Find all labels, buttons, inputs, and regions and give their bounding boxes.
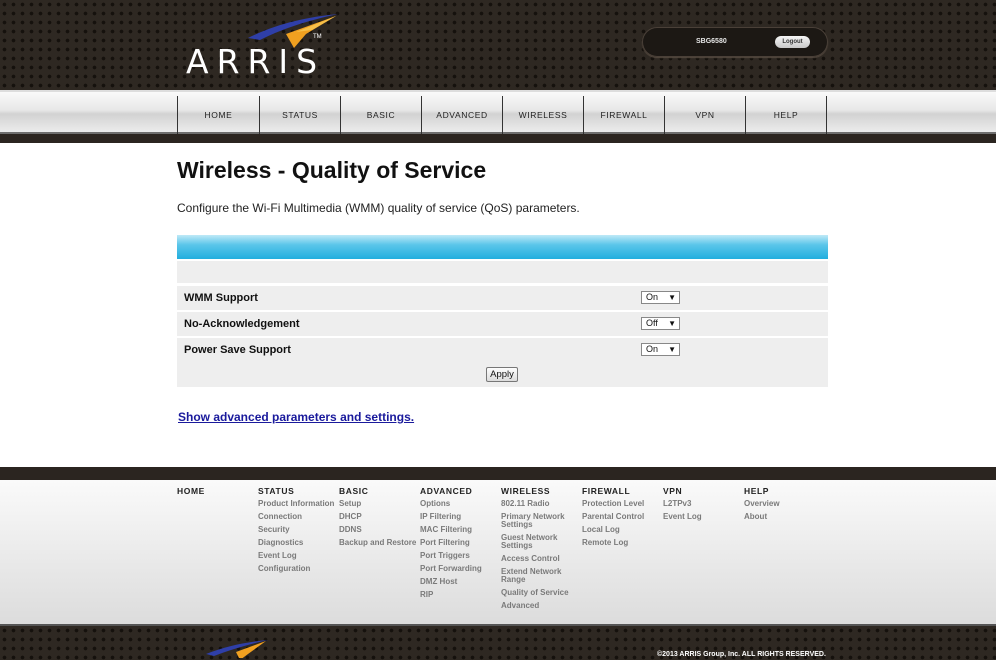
sitemap-link[interactable]: Configuration [258, 565, 338, 573]
nav-firewall[interactable]: FIREWALL [584, 96, 665, 134]
divider-band [0, 134, 996, 143]
wmm-support-select[interactable]: On ▼ [641, 291, 680, 304]
page-title: Wireless - Quality of Service [177, 157, 487, 183]
setting-label: Power Save Support [184, 344, 291, 356]
sitemap-heading-vpn[interactable]: VPN [663, 486, 743, 496]
arris-logo[interactable]: ARRIS TM [186, 12, 346, 81]
sitemap-col-status: STATUS Product Information Connection Se… [258, 486, 338, 578]
dropdown-arrow-icon: ▼ [668, 345, 676, 354]
nav-items: HOME STATUS BASIC ADVANCED WIRELESS FIRE… [177, 96, 827, 134]
footer-bar: ARRIS ©2013 ARRIS Group, Inc. ALL RIGHTS… [0, 624, 996, 660]
sitemap-link[interactable]: Security [258, 526, 338, 534]
sitemap-col-help: HELP Overview About [744, 486, 824, 526]
sitemap-link[interactable]: Parental Control [582, 513, 662, 521]
sitemap-link[interactable]: Protection Level [582, 500, 662, 508]
sitemap-link[interactable]: IP Filtering [420, 513, 500, 521]
sitemap-heading-firewall[interactable]: FIREWALL [582, 486, 662, 496]
apply-row: Apply [177, 361, 828, 387]
sitemap: HOME STATUS Product Information Connecti… [0, 480, 996, 624]
setting-label: WMM Support [184, 292, 258, 304]
sitemap-link[interactable]: DHCP [339, 513, 419, 521]
model-name: SBG6580 [696, 38, 727, 45]
session-panel: SBG6580 Logout [642, 27, 828, 57]
sitemap-col-vpn: VPN L2TPv3 Event Log [663, 486, 743, 526]
sitemap-link[interactable]: Setup [339, 500, 419, 508]
sitemap-heading-wireless[interactable]: WIRELESS [501, 486, 581, 496]
sitemap-link[interactable]: Port Triggers [420, 552, 500, 560]
sitemap-link[interactable]: About [744, 513, 824, 521]
brand-wordmark: ARRIS [186, 42, 326, 81]
sitemap-link[interactable]: Quality of Service [501, 589, 581, 597]
copyright-text: ©2013 ARRIS Group, Inc. ALL RIGHTS RESER… [657, 651, 826, 658]
sitemap-link[interactable]: RIP [420, 591, 500, 599]
sitemap-link[interactable]: Primary Network Settings [501, 513, 581, 529]
sitemap-link[interactable]: Backup and Restore [339, 539, 419, 547]
sitemap-link[interactable]: Local Log [582, 526, 662, 534]
dropdown-arrow-icon: ▼ [668, 293, 676, 302]
sitemap-link[interactable]: Advanced [501, 602, 581, 610]
show-advanced-link[interactable]: Show advanced parameters and settings. [178, 410, 414, 424]
sitemap-link[interactable]: Port Forwarding [420, 565, 500, 573]
dropdown-arrow-icon: ▼ [668, 319, 676, 328]
sitemap-col-wireless: WIRELESS 802.11 Radio Primary Network Se… [501, 486, 581, 615]
nav-advanced[interactable]: ADVANCED [422, 96, 503, 134]
sitemap-heading-home[interactable]: HOME [177, 486, 257, 496]
sitemap-heading-advanced[interactable]: ADVANCED [420, 486, 500, 496]
sitemap-col-home: HOME [177, 486, 257, 500]
sitemap-link[interactable]: DMZ Host [420, 578, 500, 586]
nav-help[interactable]: HELP [746, 96, 827, 134]
logout-button[interactable]: Logout [775, 36, 810, 48]
trademark-symbol: TM [313, 34, 322, 40]
sitemap-link[interactable]: Port Filtering [420, 539, 500, 547]
main-nav: HOME STATUS BASIC ADVANCED WIRELESS FIRE… [0, 90, 996, 134]
sitemap-heading-status[interactable]: STATUS [258, 486, 338, 496]
sitemap-link[interactable]: Access Control [501, 555, 581, 563]
select-value: Off [646, 318, 658, 328]
power-save-support-select[interactable]: On ▼ [641, 343, 680, 356]
nav-basic[interactable]: BASIC [341, 96, 422, 134]
sitemap-link[interactable]: MAC Filtering [420, 526, 500, 534]
sitemap-link[interactable]: Event Log [258, 552, 338, 560]
setting-row-power-save-support: Power Save Support On ▼ [177, 338, 828, 362]
sitemap-link[interactable]: 802.11 Radio [501, 500, 581, 508]
sitemap-link[interactable]: Connection [258, 513, 338, 521]
nav-vpn[interactable]: VPN [665, 96, 746, 134]
sitemap-link[interactable]: DDNS [339, 526, 419, 534]
sitemap-col-firewall: FIREWALL Protection Level Parental Contr… [582, 486, 662, 552]
sitemap-heading-basic[interactable]: BASIC [339, 486, 419, 496]
nav-home[interactable]: HOME [178, 96, 260, 134]
sitemap-link[interactable]: Event Log [663, 513, 743, 521]
footer-divider-band [0, 467, 996, 480]
header-bar: ARRIS TM SBG6580 Logout [0, 0, 996, 90]
sitemap-col-basic: BASIC Setup DHCP DDNS Backup and Restore [339, 486, 419, 552]
sitemap-link[interactable]: Overview [744, 500, 824, 508]
settings-table-spacer [177, 261, 828, 283]
sitemap-heading-help[interactable]: HELP [744, 486, 824, 496]
sitemap-link[interactable]: Diagnostics [258, 539, 338, 547]
select-value: On [646, 292, 659, 302]
page-description: Configure the Wi-Fi Multimedia (WMM) qua… [177, 201, 580, 215]
sitemap-col-advanced: ADVANCED Options IP Filtering MAC Filter… [420, 486, 500, 604]
nav-status[interactable]: STATUS [260, 96, 341, 134]
setting-label: No-Acknowledgement [184, 318, 300, 330]
footer-brand-wordmark: ARRIS [186, 656, 311, 660]
no-acknowledgement-select[interactable]: Off ▼ [641, 317, 680, 330]
sitemap-link[interactable]: L2TPv3 [663, 500, 743, 508]
setting-row-no-acknowledgement: No-Acknowledgement Off ▼ [177, 312, 828, 336]
setting-row-wmm-support: WMM Support On ▼ [177, 286, 828, 310]
sitemap-link[interactable]: Guest Network Settings [501, 534, 581, 550]
sitemap-link[interactable]: Remote Log [582, 539, 662, 547]
apply-button[interactable]: Apply [486, 367, 518, 382]
select-value: On [646, 344, 659, 354]
footer-logo-swoosh-icon [206, 640, 268, 658]
sitemap-link[interactable]: Options [420, 500, 500, 508]
nav-wireless[interactable]: WIRELESS [503, 96, 584, 134]
sitemap-link[interactable]: Product Information [258, 500, 338, 508]
sitemap-link[interactable]: Extend Network Range [501, 568, 581, 584]
settings-table-header [177, 235, 828, 259]
